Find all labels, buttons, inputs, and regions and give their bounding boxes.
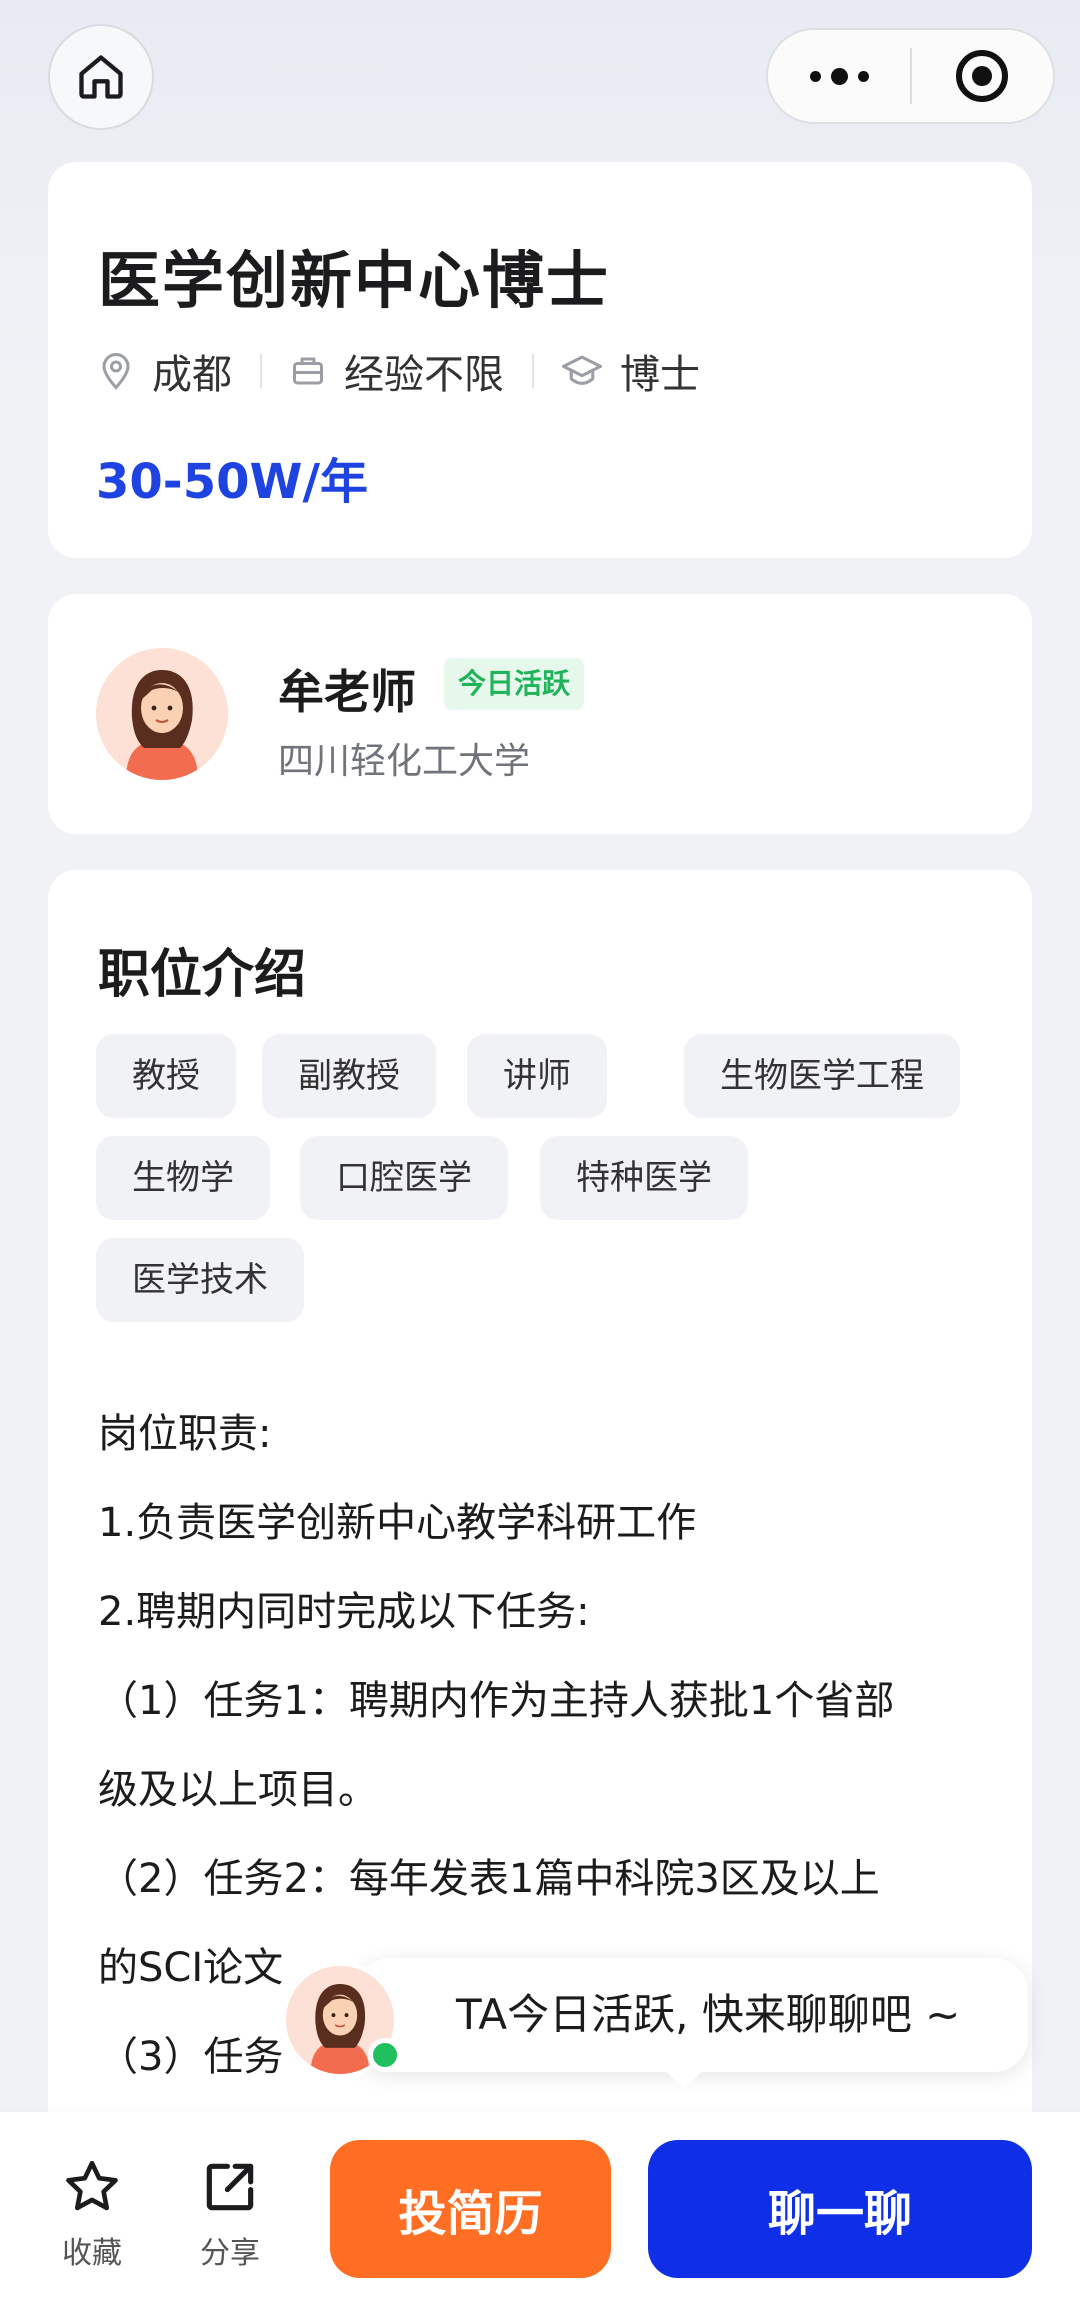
graduation-cap-icon: [562, 355, 602, 385]
job-meta: 成都 经验不限 博士: [98, 342, 700, 400]
share-icon: [206, 2163, 254, 2211]
section-title: 职位介绍: [98, 945, 307, 1005]
home-icon: [79, 55, 123, 99]
meta-divider: [260, 354, 262, 388]
chat-button[interactable]: 聊一聊: [648, 2140, 1032, 2278]
active-status-badge: 今日活跃: [444, 658, 585, 710]
briefcase-icon: [293, 357, 323, 385]
recruiter-card[interactable]: 牟老师 今日活跃 四川轻化工大学: [48, 594, 1032, 834]
tag-item: 生物学: [96, 1136, 270, 1220]
favorite-button[interactable]: 收藏: [42, 2156, 142, 2272]
education-item: 博士: [562, 342, 700, 400]
target-icon: [956, 50, 1009, 102]
job-detail-page: 医学创新中心博士 成都 经验不限 博士 30-50W/年 牟老师 今日活跃 四川…: [0, 0, 1080, 2303]
favorite-label: 收藏: [62, 2236, 122, 2271]
tag-item: 教授: [96, 1034, 236, 1118]
submit-resume-button[interactable]: 投简历: [330, 2140, 611, 2278]
tag-item: 口腔医学: [300, 1136, 508, 1220]
mini-program-capsule: [766, 28, 1055, 124]
description-line: 岗位职责:: [98, 1411, 272, 1457]
education-text: 博士: [620, 352, 700, 398]
tag-item: 生物医学工程: [684, 1034, 960, 1118]
share-button[interactable]: 分享: [180, 2156, 280, 2272]
online-status-dot: [368, 2038, 402, 2072]
avatar-illustration: [96, 648, 228, 780]
experience-text: 经验不限: [344, 352, 504, 398]
tag-item: 特种医学: [540, 1136, 748, 1220]
recruiter-name: 牟老师: [278, 665, 416, 719]
bottom-action-bar: 收藏 分享 投简历 聊一聊: [0, 2112, 1080, 2303]
recruiter-avatar[interactable]: [96, 648, 228, 780]
meta-divider: [532, 354, 534, 388]
location-text: 成都: [152, 352, 232, 398]
home-button[interactable]: [48, 24, 154, 130]
bubble-arrow: [662, 2068, 706, 2088]
share-label: 分享: [200, 2236, 260, 2271]
description-line: （1）任务1：聘期内作为主持人获批1个省部: [98, 1678, 895, 1724]
job-description-card: 职位介绍 教授 副教授 讲师 生物医学工程 生物学 口腔医学 特种医学 医学技术…: [48, 870, 1032, 2303]
location-icon: [102, 353, 130, 390]
job-summary-card: 医学创新中心博士 成都 经验不限 博士 30-50W/年: [48, 162, 1032, 558]
tag-item: 副教授: [262, 1034, 436, 1118]
description-line: 1.负责医学创新中心教学科研工作: [98, 1500, 697, 1546]
location-item: 成都: [98, 342, 232, 400]
tag-item: 医学技术: [96, 1238, 304, 1322]
chat-prompt-bubble[interactable]: TA今日活跃, 快来聊聊吧 ~: [356, 1958, 1028, 2072]
experience-item: 经验不限: [290, 342, 504, 400]
close-button[interactable]: [912, 30, 1053, 122]
description-line: 2.聘期内同时完成以下任务:: [98, 1589, 590, 1635]
job-title: 医学创新中心博士: [98, 244, 611, 317]
star-icon: [66, 2160, 118, 2211]
description-line: （2）任务2：每年发表1篇中科院3区及以上: [98, 1856, 880, 1902]
tag-item: 讲师: [467, 1034, 607, 1118]
description-line: 级及以上项目。: [98, 1767, 378, 1813]
chat-prompt-text: TA今日活跃, 快来聊聊吧 ~: [456, 1990, 961, 2039]
recruiter-organization: 四川轻化工大学: [278, 741, 531, 782]
more-button[interactable]: [768, 30, 910, 122]
salary: 30-50W/年: [96, 454, 368, 510]
